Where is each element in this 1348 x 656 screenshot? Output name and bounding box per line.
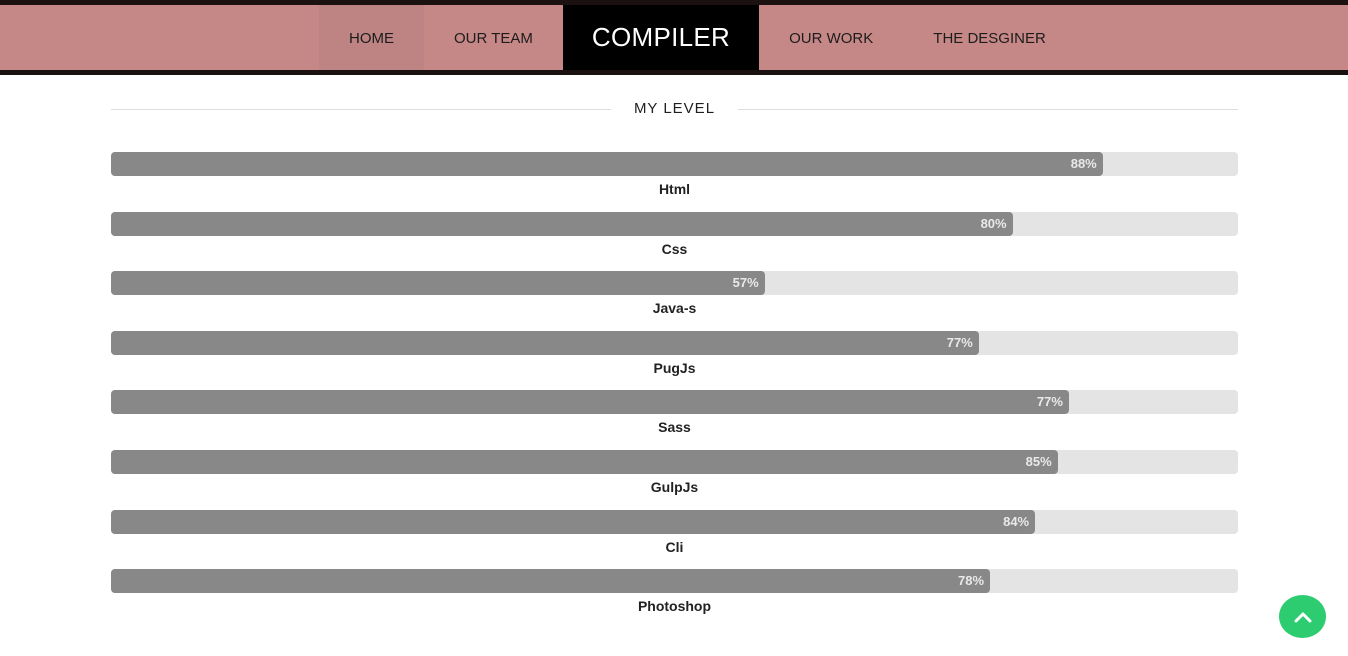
skill-bar-fill: 84%	[111, 509, 1036, 534]
skill-bar-track: 78%	[111, 569, 1238, 594]
chevron-up-icon	[1294, 612, 1311, 622]
section-title: MY LEVEL	[111, 100, 1238, 117]
section-header: MY LEVEL	[111, 98, 1238, 122]
skill-bar-track: 84%	[111, 509, 1238, 534]
skill-name: Sass	[658, 419, 691, 436]
skill-item-html: 88% Html	[111, 152, 1238, 212]
skill-item-java-s: 57% Java-s	[111, 271, 1238, 331]
skill-bar-fill: 57%	[111, 271, 765, 296]
skill-percent: 77%	[1036, 394, 1063, 410]
skill-percent: 77%	[946, 334, 973, 350]
skill-bar-fill: 88%	[111, 152, 1103, 176]
skill-name: Cli	[665, 538, 684, 555]
skill-percent: 88%	[1070, 156, 1097, 171]
skill-bar-fill: 80%	[111, 211, 1013, 236]
scroll-to-top-button[interactable]	[1279, 595, 1326, 638]
skill-bar-fill: 78%	[111, 569, 991, 594]
skill-item-gulpjs: 85% GulpJs	[111, 449, 1238, 510]
skill-item-cli: 84% Cli	[111, 509, 1238, 570]
skill-name: Css	[661, 240, 688, 257]
top-navbar: HOME OUR TEAM COMPILER OUR WORK THE DESG…	[0, 0, 1348, 75]
skill-percent: 85%	[1025, 453, 1052, 469]
skill-item-pugjs: 77% PugJs	[111, 330, 1238, 391]
skill-percent: 78%	[958, 573, 985, 589]
skill-bar-track: 77%	[111, 330, 1238, 355]
nav-item-our-team[interactable]: OUR TEAM	[424, 5, 563, 70]
brand-logo[interactable]: COMPILER	[562, 5, 760, 70]
skill-bar-fill: 77%	[111, 390, 1069, 415]
skill-percent: 80%	[980, 215, 1007, 231]
skill-name: PugJs	[653, 359, 696, 376]
nav-item-home[interactable]: HOME	[319, 5, 424, 70]
skill-percent: 84%	[1003, 513, 1030, 529]
skill-percent: 57%	[732, 275, 759, 291]
skill-bar-track: 88%	[111, 152, 1238, 176]
skill-name: Photoshop	[637, 598, 712, 615]
skill-name: GulpJs	[650, 478, 699, 495]
skill-bar-track: 77%	[111, 390, 1238, 415]
skill-bar-track: 80%	[111, 211, 1238, 236]
skill-item-sass: 77% Sass	[111, 390, 1238, 450]
main-nav: HOME OUR TEAM COMPILER OUR WORK THE DESG…	[319, 5, 1076, 70]
skills-list: 88% Html 80% Css 57% Java-s 77% PugJs 77…	[111, 152, 1238, 629]
nav-item-our-work[interactable]: OUR WORK	[759, 5, 903, 70]
skill-bar-fill: 77%	[111, 330, 979, 355]
skill-item-css: 80% Css	[111, 211, 1238, 272]
skill-bar-track: 57%	[111, 271, 1238, 296]
skill-name: Html	[658, 181, 691, 197]
skill-bar-fill: 85%	[111, 449, 1058, 474]
section-title-text: MY LEVEL	[619, 100, 730, 117]
skill-bar-track: 85%	[111, 449, 1238, 474]
skill-item-photoshop: 78% Photoshop	[111, 569, 1238, 629]
nav-item-the-designer[interactable]: THE DESGINER	[903, 5, 1076, 70]
skill-name: Java-s	[652, 300, 697, 317]
